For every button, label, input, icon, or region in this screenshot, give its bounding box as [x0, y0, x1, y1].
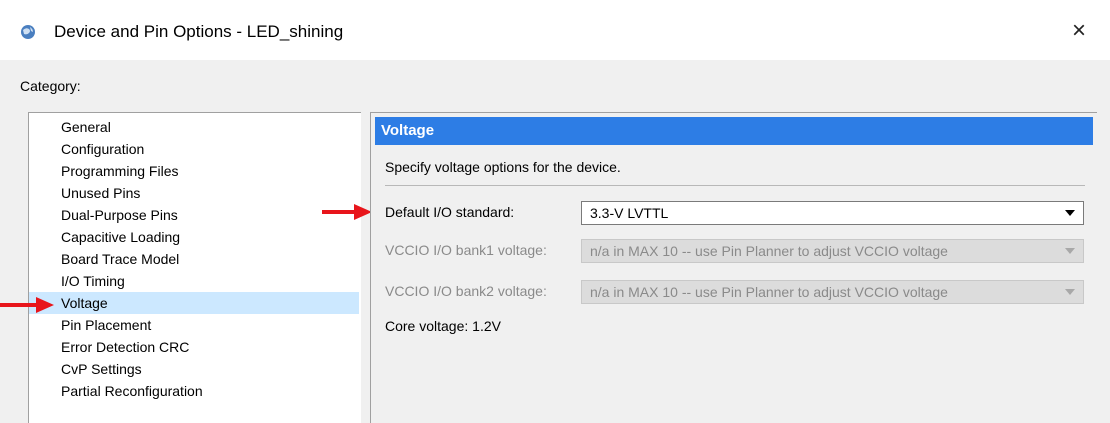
chevron-down-icon[interactable] [1065, 210, 1075, 216]
annotation-arrow-voltage-icon [0, 297, 54, 313]
annotation-arrow-default-io-icon [322, 204, 372, 220]
bank1-voltage-value: n/a in MAX 10 -- use Pin Planner to adju… [590, 243, 948, 259]
bank1-voltage-dropdown: n/a in MAX 10 -- use Pin Planner to adju… [581, 239, 1084, 263]
close-icon[interactable]: × [1066, 18, 1092, 44]
category-item-general[interactable]: General [29, 116, 359, 138]
category-item-capacitive-loading[interactable]: Capacitive Loading [29, 226, 359, 248]
default-io-value: 3.3-V LVTTL [590, 205, 669, 221]
category-item-board-trace-model[interactable]: Board Trace Model [29, 248, 359, 270]
category-item-dual-purpose-pins[interactable]: Dual-Purpose Pins [29, 204, 359, 226]
category-item-configuration[interactable]: Configuration [29, 138, 359, 160]
title-bar: Device and Pin Options - LED_shining × [0, 0, 1110, 60]
separator [385, 185, 1085, 186]
default-io-dropdown[interactable]: 3.3-V LVTTL [581, 201, 1084, 225]
panel-header: Voltage [375, 117, 1093, 145]
category-item-voltage[interactable]: Voltage [29, 292, 359, 314]
category-item-programming-files[interactable]: Programming Files [29, 160, 359, 182]
category-item-cvp-settings[interactable]: CvP Settings [29, 358, 359, 380]
category-item-pin-placement[interactable]: Pin Placement [29, 314, 359, 336]
chevron-down-icon [1065, 248, 1075, 254]
category-list[interactable]: General Configuration Programming Files … [28, 112, 361, 423]
core-voltage-text: Core voltage: 1.2V [385, 318, 501, 334]
category-item-error-detection-crc[interactable]: Error Detection CRC [29, 336, 359, 358]
category-item-io-timing[interactable]: I/O Timing [29, 270, 359, 292]
app-globe-icon [21, 25, 35, 39]
category-item-unused-pins[interactable]: Unused Pins [29, 182, 359, 204]
chevron-down-icon [1065, 289, 1075, 295]
category-label: Category: [20, 78, 81, 94]
category-item-partial-reconfiguration[interactable]: Partial Reconfiguration [29, 380, 359, 402]
bank2-voltage-label: VCCIO I/O bank2 voltage: [385, 283, 547, 299]
bank1-voltage-label: VCCIO I/O bank1 voltage: [385, 242, 547, 258]
bank2-voltage-dropdown: n/a in MAX 10 -- use Pin Planner to adju… [581, 280, 1084, 304]
panel-description: Specify voltage options for the device. [385, 159, 621, 175]
options-panel: Voltage Specify voltage options for the … [370, 112, 1097, 423]
bank2-voltage-value: n/a in MAX 10 -- use Pin Planner to adju… [590, 284, 948, 300]
default-io-label: Default I/O standard: [385, 204, 515, 220]
window-title: Device and Pin Options - LED_shining [54, 22, 344, 41]
